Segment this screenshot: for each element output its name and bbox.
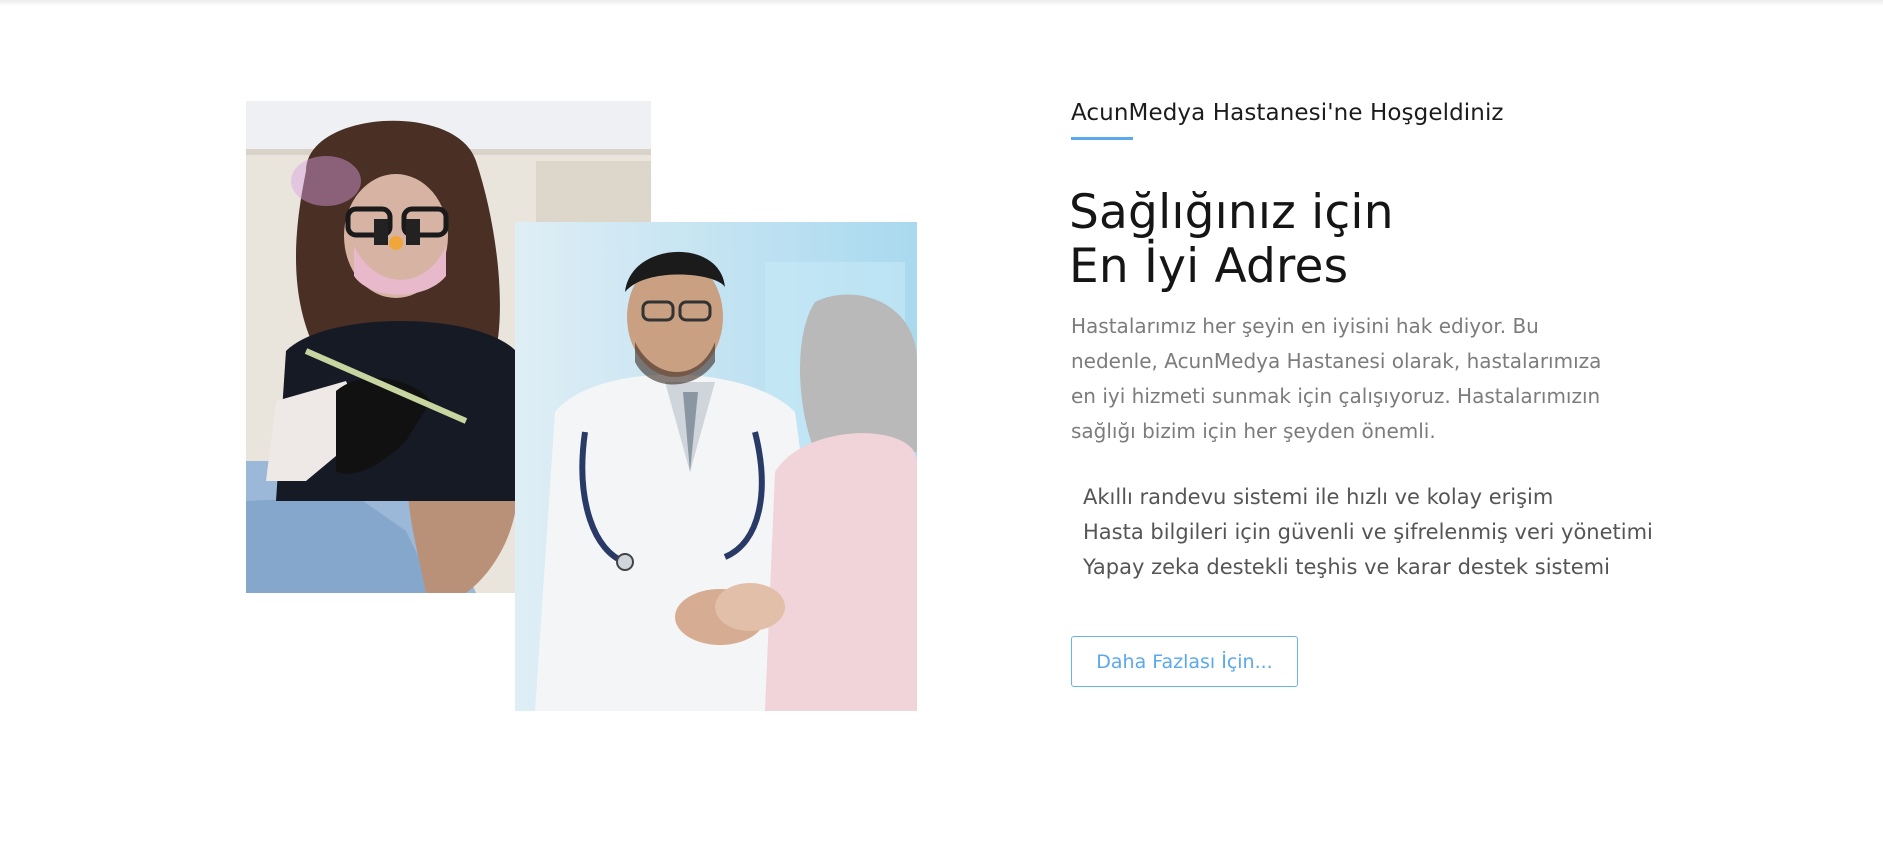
title-line-1: Sağlığınız için bbox=[1069, 185, 1394, 240]
feature-item: Hasta bilgileri için güvenli ve şifrelen… bbox=[1083, 520, 1653, 544]
feature-item: Yapay zeka destekli teşhis ve karar dest… bbox=[1083, 555, 1610, 579]
welcome-subtitle: AcunMedya Hastanesi'ne Hoşgeldiniz bbox=[1071, 100, 1504, 126]
title-line-2: En İyi Adres bbox=[1069, 239, 1349, 294]
about-section: AcunMedya Hastanesi'ne Hoşgeldiniz Sağlı… bbox=[0, 0, 1883, 842]
read-more-button[interactable]: Daha Fazlası İçin... bbox=[1071, 636, 1298, 687]
intro-paragraph: Hastalarımız her şeyin en iyisini hak ed… bbox=[1071, 314, 1602, 443]
feature-list: Akıllı randevu sistemi ile hızlı ve kola… bbox=[1083, 480, 1653, 585]
feature-item: Akıllı randevu sistemi ile hızlı ve kola… bbox=[1083, 485, 1554, 509]
subtitle-underline bbox=[1071, 137, 1133, 140]
page-title: Sağlığınız için En İyi Adres bbox=[1069, 186, 1394, 294]
doctor-patient-photo bbox=[515, 222, 917, 711]
